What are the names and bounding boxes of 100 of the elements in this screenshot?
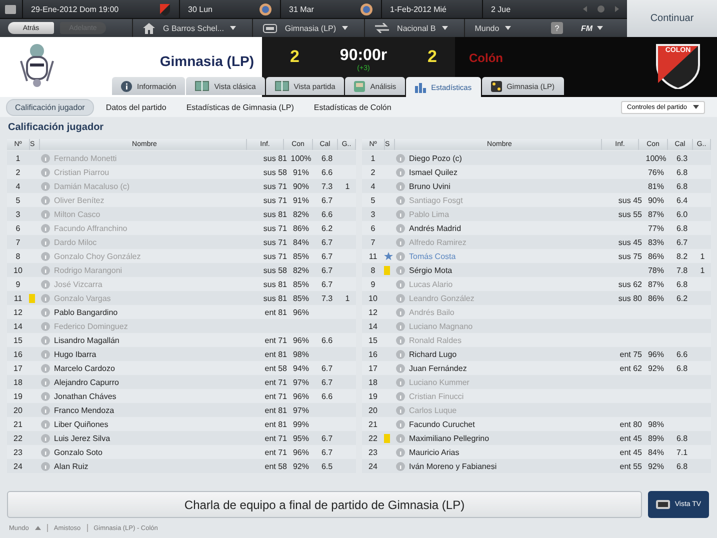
nav-dropdown[interactable]: Nacional B <box>397 24 448 32</box>
info-icon[interactable] <box>396 322 405 330</box>
calendar-day[interactable]: 2 Jue <box>491 4 511 14</box>
table-row[interactable]: 24 Iván Moreno y Fabianesi ent 55 92% 6.8 <box>362 459 711 473</box>
info-icon[interactable] <box>41 364 50 372</box>
player-name[interactable]: Diego Pozo (c) <box>409 154 462 162</box>
info-icon[interactable] <box>41 238 50 246</box>
table-row[interactable]: 20 Franco Mendoza ent 81 97% <box>7 403 356 417</box>
table-row[interactable]: 10 Leandro González sus 80 86% 6.2 <box>362 291 711 305</box>
info-icon[interactable] <box>396 392 405 400</box>
player-name[interactable]: Sérgio Mota <box>409 266 452 274</box>
calendar-day[interactable]: 30 Lun <box>188 4 212 14</box>
info-icon[interactable] <box>396 378 405 386</box>
table-row[interactable]: 14 Federico Dominguez <box>7 319 356 333</box>
table-row[interactable]: 8 Sérgio Mota 78% 7.8 1 <box>362 263 711 277</box>
table-row[interactable]: 3 Milton Casco sus 81 82% 6.6 <box>7 207 356 221</box>
info-icon[interactable] <box>396 434 405 442</box>
table-row[interactable]: 3 Pablo Lima sus 55 87% 6.0 <box>362 207 711 221</box>
sub-tab[interactable]: Calificación jugador <box>6 98 94 116</box>
info-icon[interactable] <box>396 252 405 260</box>
table-row[interactable]: 1 Fernando Monetti sus 81 100% 6.8 <box>7 151 356 165</box>
info-icon[interactable] <box>396 154 405 162</box>
info-icon[interactable] <box>396 350 405 358</box>
table-row[interactable]: 24 Alan Ruiz ent 58 92% 6.5 <box>7 459 356 473</box>
player-name[interactable]: Lisandro Magallán <box>54 336 120 344</box>
info-icon[interactable] <box>396 280 405 288</box>
info-icon[interactable] <box>41 266 50 274</box>
player-name[interactable]: Facundo Curuchet <box>409 420 475 428</box>
info-icon[interactable] <box>41 434 50 442</box>
info-icon[interactable] <box>396 462 405 470</box>
player-name[interactable]: Ismael Quilez <box>409 168 458 176</box>
player-name[interactable]: Marcelo Cardozo <box>54 364 115 372</box>
info-icon[interactable] <box>396 238 405 246</box>
info-icon[interactable] <box>396 182 405 190</box>
info-icon[interactable] <box>41 406 50 414</box>
continue-button[interactable]: Continuar <box>627 0 717 37</box>
player-name[interactable]: Alan Ruiz <box>54 462 88 470</box>
info-icon[interactable] <box>41 350 50 358</box>
sub-tab[interactable]: Estadísticas de Colón <box>306 100 400 114</box>
info-icon[interactable] <box>396 168 405 176</box>
team-talk-button[interactable]: Charla de equipo a final de partido de Gimnasia (LP) <box>7 491 642 518</box>
info-icon[interactable] <box>396 364 405 372</box>
table-row[interactable]: 7 Alfredo Ramirez sus 45 83% 6.7 <box>362 235 711 249</box>
info-icon[interactable] <box>41 252 50 260</box>
info-icon[interactable] <box>396 308 405 316</box>
info-icon[interactable] <box>396 420 405 428</box>
calendar-day[interactable]: 31 Mar <box>289 4 314 14</box>
player-name[interactable]: Luis Jerez Silva <box>54 434 110 442</box>
fm-menu-button[interactable]: FM <box>581 24 621 32</box>
table-row[interactable]: 22 Luis Jerez Silva ent 71 95% 6.7 <box>7 431 356 445</box>
info-icon[interactable] <box>396 406 405 414</box>
table-row[interactable]: 16 Hugo Ibarra ent 81 98% <box>7 347 356 361</box>
info-icon[interactable] <box>41 154 50 162</box>
info-icon[interactable] <box>41 182 50 190</box>
info-icon[interactable] <box>41 322 50 330</box>
player-name[interactable]: Richard Lugo <box>409 350 457 358</box>
info-icon[interactable] <box>396 210 405 218</box>
info-icon[interactable] <box>396 196 405 204</box>
player-name[interactable]: Pablo Bangardino <box>54 308 118 316</box>
player-name[interactable]: Bruno Uvini <box>409 182 450 190</box>
info-icon[interactable] <box>396 294 405 302</box>
player-name[interactable]: Gonzalo Soto <box>54 448 102 456</box>
player-name[interactable]: Juan Fernández <box>409 364 467 372</box>
table-row[interactable]: 14 Luciano Magnano <box>362 319 711 333</box>
table-row[interactable]: 10 Rodrigo Marangoni sus 58 82% 6.7 <box>7 263 356 277</box>
card-icon[interactable] <box>262 24 277 32</box>
player-name[interactable]: Franco Mendoza <box>54 406 114 414</box>
info-icon[interactable] <box>396 266 405 274</box>
table-row[interactable]: 16 Richard Lugo ent 75 96% 6.6 <box>362 347 711 361</box>
swap-icon[interactable] <box>375 23 390 33</box>
nav-dropdown[interactable]: Mundo <box>474 24 512 32</box>
info-icon[interactable] <box>41 392 50 400</box>
info-icon[interactable] <box>41 336 50 344</box>
sub-tab[interactable]: Estadísticas de Gimnasia (LP) <box>178 100 302 114</box>
help-button[interactable]: ? <box>551 22 563 34</box>
calendar-day[interactable]: 1-Feb-2012 Mié <box>390 4 446 14</box>
calendar-icon[interactable] <box>5 4 16 14</box>
home-icon[interactable] <box>143 22 155 34</box>
player-name[interactable]: Andrés Madrid <box>409 224 462 232</box>
table-row[interactable]: 18 Alejandro Capurro ent 71 97% 6.7 <box>7 375 356 389</box>
player-name[interactable]: Jonathan Cháves <box>54 392 116 400</box>
info-icon[interactable] <box>41 196 50 204</box>
info-icon[interactable] <box>41 224 50 232</box>
table-row[interactable]: 4 Bruno Uvini 81% 6.8 <box>362 179 711 193</box>
table-row[interactable]: 4 Damián Macaluso (c) sus 71 90% 7.3 1 <box>7 179 356 193</box>
info-icon[interactable] <box>396 336 405 344</box>
table-row[interactable]: 7 Dardo Miloc sus 71 84% 6.7 <box>7 235 356 249</box>
player-name[interactable]: Iván Moreno y Fabianesi <box>409 462 497 470</box>
info-icon[interactable] <box>41 308 50 316</box>
nav-dropdown[interactable]: Gimnasia (LP) <box>284 24 348 32</box>
nav-dropdown[interactable]: G Barros Schel... <box>163 24 236 32</box>
table-row[interactable]: 20 Carlos Luque <box>362 403 711 417</box>
info-icon[interactable] <box>41 420 50 428</box>
table-row[interactable]: 1 Diego Pozo (c) 100% 6.3 <box>362 151 711 165</box>
calendar-day[interactable]: 29-Ene-2012 Dom 19:00 <box>31 4 119 14</box>
info-icon[interactable] <box>41 294 50 302</box>
info-icon[interactable] <box>41 448 50 456</box>
info-icon[interactable] <box>396 448 405 456</box>
player-name[interactable]: Maximiliano Pellegrino <box>409 434 490 442</box>
player-name[interactable]: Hugo Ibarra <box>54 350 96 358</box>
